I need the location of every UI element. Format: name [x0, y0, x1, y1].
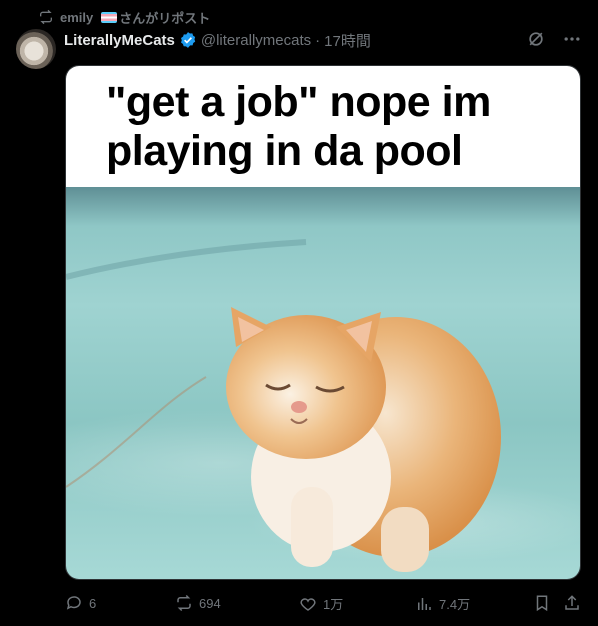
analytics-icon: [418, 597, 431, 610]
meme-caption: "get a job" nope im playing in da pool: [106, 78, 491, 175]
reply-icon: [66, 596, 81, 610]
share-icon: [565, 595, 579, 610]
views-button[interactable]: 7.4万: [415, 594, 470, 613]
action-bar: 6 694 1万 7.4万: [65, 594, 581, 614]
timestamp[interactable]: 17時間: [324, 30, 371, 51]
share-button[interactable]: [563, 594, 581, 612]
repost-indicator[interactable]: emily さんがリポスト: [38, 8, 210, 26]
repost-user[interactable]: emily: [60, 10, 93, 25]
repost-button[interactable]: 694: [175, 594, 221, 612]
display-name[interactable]: LiterallyMeCats: [64, 32, 175, 49]
verified-badge-icon: [180, 32, 196, 48]
more-options-icon[interactable]: [562, 29, 582, 49]
meme-caption-box: "get a job" nope im playing in da pool: [66, 66, 580, 187]
like-button[interactable]: 1万: [299, 594, 343, 613]
bookmark-icon: [536, 595, 548, 612]
separator: ·: [315, 31, 321, 49]
post-media[interactable]: "get a job" nope im playing in da pool: [65, 65, 581, 580]
heart-icon: [300, 597, 316, 611]
handle[interactable]: @literallymecats: [201, 32, 311, 49]
post-top-actions: [526, 29, 582, 49]
avatar[interactable]: [16, 29, 56, 69]
post-header: LiterallyMeCats @literallymecats · 17時間: [64, 30, 371, 50]
repost-suffix: さんがリポスト: [119, 10, 211, 26]
cat-illustration: [66, 239, 501, 572]
trans-flag-icon: [101, 11, 118, 23]
reply-count: 6: [89, 595, 97, 611]
view-count: 7.4万: [439, 597, 471, 612]
repost-count: 694: [199, 595, 221, 611]
grok-icon[interactable]: [526, 29, 546, 49]
reply-button[interactable]: 6: [65, 594, 96, 612]
like-count: 1万: [323, 597, 344, 612]
repost-icon: [40, 9, 52, 25]
cat-pool-photo: [66, 187, 580, 579]
repost-icon: [177, 594, 191, 612]
bookmark-button[interactable]: [533, 594, 551, 612]
